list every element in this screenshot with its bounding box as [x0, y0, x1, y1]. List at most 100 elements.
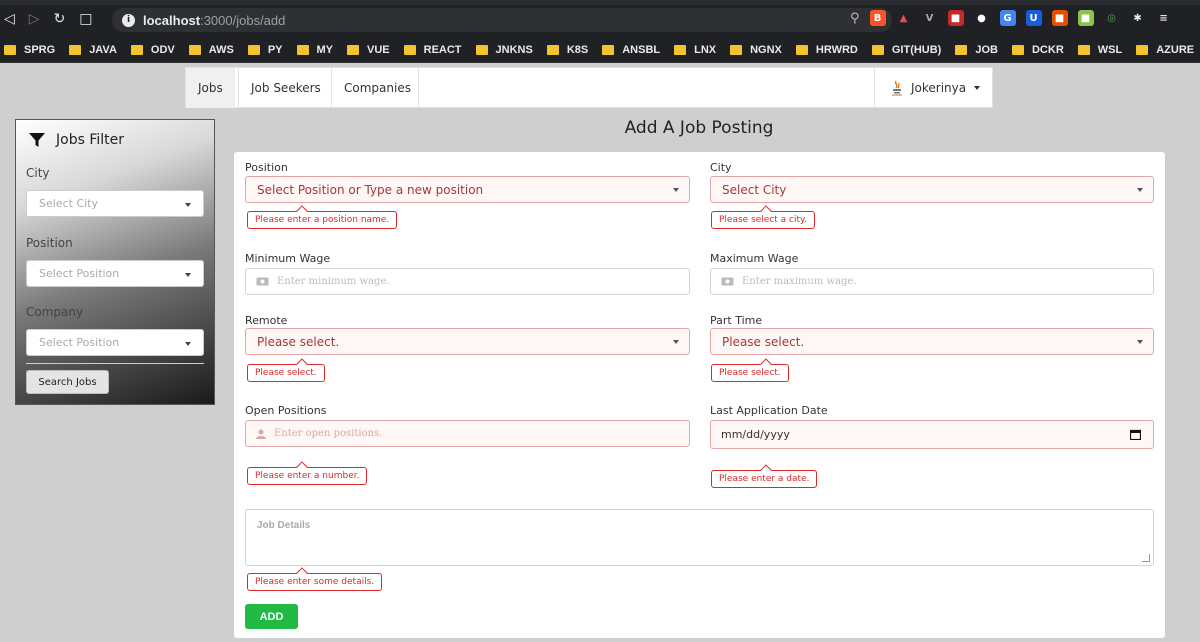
open-positions-error: Please enter a number.	[247, 467, 368, 485]
bookmark-folder[interactable]: VUE	[347, 44, 390, 56]
filter-title: Jobs Filter	[28, 131, 124, 149]
remote-label: Remote	[245, 314, 288, 327]
bookmark-folder[interactable]: PY	[247, 44, 283, 56]
java-logo-icon	[892, 80, 902, 96]
address-bar[interactable]: i localhost:3000/jobs/add	[112, 8, 892, 32]
bookmark-folder[interactable]: ODV	[130, 44, 175, 56]
bookmarks-bar: SPRG JAVA ODV AWS PY MY VUE REACT JNKNS …	[0, 38, 1200, 63]
nav-tab-jobs[interactable]: Jobs	[186, 68, 235, 108]
last-date-error: Please enter a date.	[711, 470, 818, 488]
chevron-down-icon	[974, 86, 981, 90]
search-jobs-button[interactable]: Search Jobs	[26, 370, 109, 394]
bookmark-folder[interactable]: JNKNS	[475, 44, 533, 56]
folder-icon	[730, 45, 743, 55]
folder-icon	[475, 45, 488, 55]
money-icon	[721, 277, 734, 286]
zoom-icon[interactable]: ⚲	[850, 11, 860, 26]
ext-translate-icon[interactable]: G	[999, 10, 1016, 26]
bookmark-folder[interactable]: JOB	[955, 44, 998, 56]
position-dropdown[interactable]: Select Position or Type a new position	[245, 176, 690, 203]
add-button[interactable]: ADD	[245, 604, 298, 629]
company-filter-select[interactable]: Select Position	[26, 329, 204, 356]
back-icon[interactable]: ◁	[4, 11, 15, 27]
chevron-down-icon	[673, 188, 679, 192]
job-details-error: Please enter some details.	[247, 573, 383, 591]
bookmark-folder[interactable]: ANSBL	[602, 44, 660, 56]
bookmark-folder[interactable]: NGNX	[730, 44, 782, 56]
ext-multi-icon[interactable]: ■	[1077, 10, 1094, 26]
bookmark-icon[interactable]: □	[79, 11, 92, 27]
city-filter-label: City	[26, 166, 50, 180]
bookmark-folder[interactable]: WSL	[1077, 44, 1122, 56]
ext-orange-icon[interactable]: ■	[1051, 10, 1068, 26]
jobs-filter-panel: Jobs Filter City Select City Position Se…	[15, 119, 215, 405]
last-date-label: Last Application Date	[710, 404, 828, 417]
bitwarden-icon[interactable]: U	[1025, 10, 1042, 26]
resize-handle-icon[interactable]	[1142, 554, 1150, 562]
nav-tab-companies[interactable]: Companies	[332, 68, 423, 108]
bookmark-folder[interactable]: K8S	[546, 44, 588, 56]
forward-icon[interactable]: ▷	[29, 11, 40, 27]
job-details-textarea[interactable]: Job Details	[245, 509, 1154, 566]
bookmark-folder[interactable]: AZURE	[1136, 44, 1194, 56]
folder-icon	[795, 45, 808, 55]
extensions-puzzle-icon[interactable]: ✱	[1130, 10, 1146, 26]
folder-icon	[546, 45, 559, 55]
folder-icon	[4, 45, 16, 55]
folder-icon	[347, 45, 359, 55]
brave-rewards-icon[interactable]: ▲	[896, 10, 912, 26]
ext-circle-icon[interactable]: ●	[974, 10, 990, 26]
city-label: City	[710, 161, 732, 174]
site-info-icon[interactable]: i	[122, 13, 135, 27]
max-wage-input[interactable]: Enter maximum wage.	[710, 268, 1154, 295]
job-posting-form: Position Select Position or Type a new p…	[234, 152, 1165, 638]
open-positions-input[interactable]: Enter open positions.	[245, 420, 690, 447]
menu-icon[interactable]: ≡	[1156, 10, 1172, 26]
bookmark-folder[interactable]: HRWRD	[795, 44, 858, 56]
folder-icon	[296, 45, 309, 55]
calendar-icon[interactable]	[1129, 429, 1142, 443]
folder-icon	[247, 45, 260, 55]
bookmark-folder[interactable]: DCKR	[1011, 44, 1064, 56]
folder-icon	[403, 45, 416, 55]
position-filter-select[interactable]: Select Position	[26, 260, 204, 287]
url-path: :3000/jobs/add	[200, 12, 286, 28]
user-menu[interactable]: Jokerinya	[874, 68, 994, 108]
folder-icon	[871, 45, 884, 55]
min-wage-input[interactable]: Enter minimum wage.	[245, 268, 690, 295]
max-wage-label: Maximum Wage	[710, 252, 799, 265]
brave-shield-icon[interactable]: B	[869, 10, 886, 26]
url-host: localhost	[143, 12, 201, 28]
bookmark-folder[interactable]: REACT	[403, 44, 462, 56]
city-filter-select[interactable]: Select City	[26, 190, 204, 217]
position-error: Please enter a position name.	[247, 211, 398, 229]
money-icon	[256, 277, 269, 286]
browser-toolbar: ◁ ▷ ↻ □ i localhost:3000/jobs/add ⚲ B ▲ …	[0, 0, 1200, 38]
part-time-label: Part Time	[710, 314, 763, 327]
user-icon	[256, 429, 266, 439]
bookmark-folder[interactable]: JAVA	[69, 44, 117, 56]
bookmark-folder[interactable]: SPRG	[4, 44, 55, 56]
bookmark-folder[interactable]: AWS	[188, 44, 234, 56]
nav-tab-job-seekers[interactable]: Job Seekers	[239, 68, 333, 108]
chevron-down-icon	[1137, 340, 1143, 344]
reload-icon[interactable]: ↻	[54, 11, 66, 27]
folder-icon	[188, 45, 201, 55]
page-title: Add A Job Posting	[624, 118, 774, 138]
bookmark-folder[interactable]: GIT(HUB)	[871, 44, 941, 56]
city-dropdown[interactable]: Select City	[710, 176, 1154, 203]
city-error: Please select a city.	[711, 211, 815, 229]
part-time-dropdown[interactable]: Please select.	[710, 328, 1154, 355]
tab-strip	[0, 0, 1200, 5]
vue-devtools-icon[interactable]: V	[922, 10, 938, 26]
app-navbar: Jobs Job Seekers Companies Jokerinya	[185, 67, 993, 108]
ext-red-icon[interactable]: ■	[947, 10, 964, 26]
username: Jokerinya	[911, 81, 967, 95]
remote-dropdown[interactable]: Please select.	[245, 328, 690, 355]
ext-green-ring-icon[interactable]: ◎	[1104, 10, 1120, 26]
folder-icon	[130, 45, 143, 55]
last-date-input[interactable]: mm/dd/yyyy	[710, 420, 1154, 449]
part-time-error: Please select.	[711, 364, 789, 382]
bookmark-folder[interactable]: MY	[296, 44, 333, 56]
bookmark-folder[interactable]: LNX	[674, 44, 716, 56]
